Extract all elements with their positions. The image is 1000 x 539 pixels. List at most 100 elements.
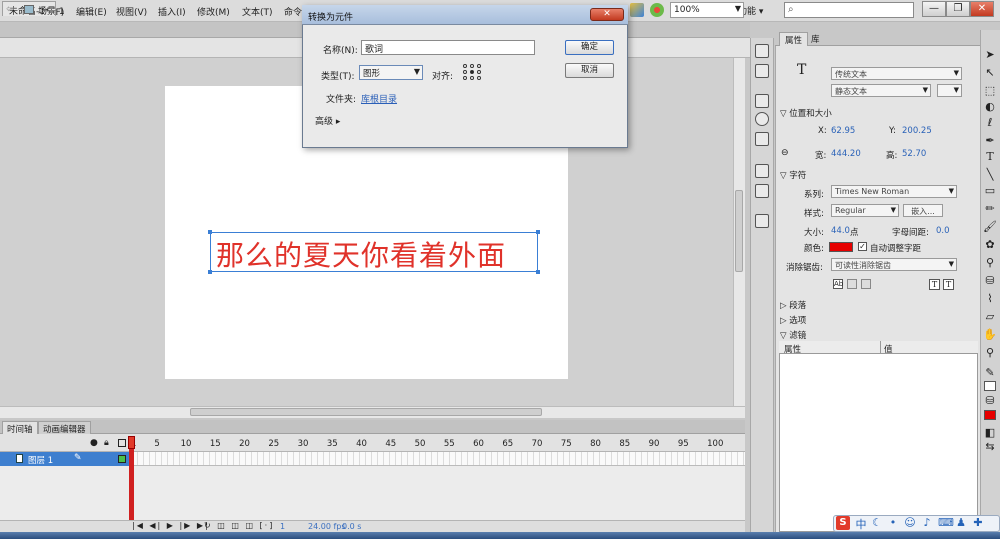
- code-snippets-icon[interactable]: [755, 164, 769, 178]
- height-value[interactable]: 52.70: [902, 149, 926, 159]
- eye-icon[interactable]: ●: [90, 438, 98, 448]
- paint-bucket-tool-icon[interactable]: ⛁: [983, 274, 997, 287]
- bone-tool-icon[interactable]: ⚲: [983, 256, 997, 269]
- stage-text[interactable]: 那么的夏天你看着外面: [216, 234, 506, 274]
- default-colors-icon[interactable]: ◧: [983, 426, 997, 439]
- close-window-button[interactable]: ✕: [970, 1, 994, 17]
- antialias-select[interactable]: 可读性消除锯齿 ▼: [831, 258, 957, 271]
- stroke-color-icon[interactable]: ✎: [983, 366, 997, 379]
- border-icon[interactable]: [861, 279, 871, 289]
- playhead-handle[interactable]: [128, 436, 135, 449]
- menu-text[interactable]: 文本(T): [242, 5, 273, 18]
- help-search-input[interactable]: ⌕: [784, 2, 914, 18]
- vertical-scroll-thumb[interactable]: [735, 190, 743, 272]
- emoji-icon[interactable]: ☺: [904, 516, 916, 529]
- render-html-icon[interactable]: [847, 279, 857, 289]
- symbol-name-input[interactable]: 歌词: [361, 40, 535, 55]
- eraser-tool-icon[interactable]: ▱: [983, 310, 997, 323]
- fill-swatch[interactable]: [984, 410, 996, 420]
- layer-name[interactable]: 图层 1: [28, 454, 53, 466]
- horizontal-scroll-thumb[interactable]: [190, 408, 542, 416]
- onion-skin-icons[interactable]: ↻ ◫ ◫ ◫ [·]: [204, 521, 274, 530]
- fill-color-icon[interactable]: ⛁: [983, 394, 997, 407]
- x-value[interactable]: 62.95: [831, 126, 855, 136]
- superscript-icon[interactable]: T: [929, 279, 940, 290]
- menu-commands[interactable]: 命令: [284, 5, 302, 18]
- font-size-value[interactable]: 44.0: [831, 226, 850, 236]
- skin-icon[interactable]: ✚: [972, 516, 984, 529]
- filter-table[interactable]: [779, 341, 978, 532]
- swap-colors-icon[interactable]: ⇆: [983, 440, 997, 453]
- registration-point[interactable]: [477, 64, 481, 68]
- lasso-tool-icon[interactable]: ℓ: [983, 116, 997, 129]
- tab-properties[interactable]: 属性: [779, 32, 809, 46]
- section-options[interactable]: ▷ 选项: [780, 314, 806, 326]
- outline-icon[interactable]: [118, 439, 126, 447]
- text-tool-icon[interactable]: T: [983, 150, 997, 163]
- registration-point[interactable]: [463, 76, 467, 80]
- user-icon[interactable]: ♟: [955, 516, 967, 529]
- color-panel-icon[interactable]: [755, 44, 769, 58]
- info-icon[interactable]: [755, 112, 769, 126]
- stroke-swatch[interactable]: [984, 381, 996, 391]
- microphone-icon[interactable]: ♪: [921, 516, 933, 529]
- zoom-select[interactable]: 100% ▼: [670, 2, 744, 18]
- selection-handle[interactable]: [536, 270, 540, 274]
- moon-icon[interactable]: ☾: [871, 516, 883, 529]
- line-tool-icon[interactable]: ╲: [983, 168, 997, 181]
- lock-icon[interactable]: 🔒︎: [104, 438, 109, 448]
- link-icon[interactable]: ⊖: [781, 148, 789, 158]
- section-filters[interactable]: ▽ 滤镜: [780, 329, 806, 341]
- font-style-select[interactable]: Regular ▼: [831, 204, 899, 217]
- deco-tool-icon[interactable]: ✿: [983, 238, 997, 251]
- current-frame[interactable]: 1: [280, 522, 285, 531]
- menu-view[interactable]: 视图(V): [116, 5, 147, 18]
- registration-point-selected[interactable]: [470, 70, 474, 74]
- subscript-icon[interactable]: T: [943, 279, 954, 290]
- registration-grid[interactable]: [463, 64, 481, 80]
- ime-mode[interactable]: 中: [855, 516, 867, 532]
- zoom-tool-icon[interactable]: ⚲: [983, 346, 997, 359]
- menu-insert[interactable]: 插入(I): [158, 5, 186, 18]
- registration-point[interactable]: [477, 76, 481, 80]
- pen-tool-icon[interactable]: ✒: [983, 134, 997, 147]
- text-type-select[interactable]: 静态文本 ▼: [831, 84, 931, 97]
- text-color-swatch[interactable]: [829, 242, 853, 252]
- swatches-icon[interactable]: [755, 64, 769, 78]
- advanced-toggle[interactable]: 高级 ▸: [315, 114, 340, 127]
- tab-library[interactable]: 库: [806, 32, 825, 46]
- edit-scene-icon[interactable]: [650, 3, 664, 17]
- subselection-tool-icon[interactable]: ↖: [983, 66, 997, 79]
- free-transform-tool-icon[interactable]: ⬚: [983, 84, 997, 97]
- letter-spacing-value[interactable]: 0.0: [936, 226, 950, 236]
- punctuation-icon[interactable]: •: [887, 516, 899, 529]
- rectangle-tool-icon[interactable]: ▭: [983, 184, 997, 197]
- section-paragraph[interactable]: ▷ 段落: [780, 299, 806, 311]
- minimize-button[interactable]: —: [922, 1, 946, 17]
- folder-link[interactable]: 库根目录: [361, 92, 397, 105]
- font-family-select[interactable]: Times New Roman ▼: [831, 185, 957, 198]
- selection-handle[interactable]: [536, 230, 540, 234]
- frame-rate[interactable]: 24.00 fps: [308, 522, 346, 531]
- frames-strip[interactable]: [132, 452, 745, 466]
- registration-point[interactable]: [470, 76, 474, 80]
- menu-edit[interactable]: 编辑(E): [76, 5, 107, 18]
- embed-button[interactable]: 嵌入...: [903, 204, 943, 217]
- selection-handle[interactable]: [208, 270, 212, 274]
- align-icon[interactable]: [755, 94, 769, 108]
- symbol-type-select[interactable]: 图形 ▼: [359, 65, 423, 80]
- registration-point[interactable]: [477, 70, 481, 74]
- registration-point[interactable]: [463, 70, 467, 74]
- sogou-logo-icon[interactable]: S: [836, 516, 850, 530]
- restore-button[interactable]: ❐: [946, 1, 970, 17]
- orientation-select[interactable]: ▼: [937, 84, 962, 97]
- 3d-rotation-tool-icon[interactable]: ◐: [983, 100, 997, 113]
- section-position-size[interactable]: ▽ 位置和大小: [780, 107, 832, 119]
- selectable-toggle-icon[interactable]: Ab: [833, 279, 843, 289]
- selection-handle[interactable]: [208, 230, 212, 234]
- back-arrow-icon[interactable]: ⇦: [6, 4, 14, 15]
- autokern-checkbox[interactable]: ✓: [858, 242, 867, 251]
- layer-color-icon[interactable]: [118, 455, 126, 463]
- edit-symbols-icon[interactable]: [630, 3, 644, 17]
- dialog-close-button[interactable]: ✕: [590, 8, 624, 21]
